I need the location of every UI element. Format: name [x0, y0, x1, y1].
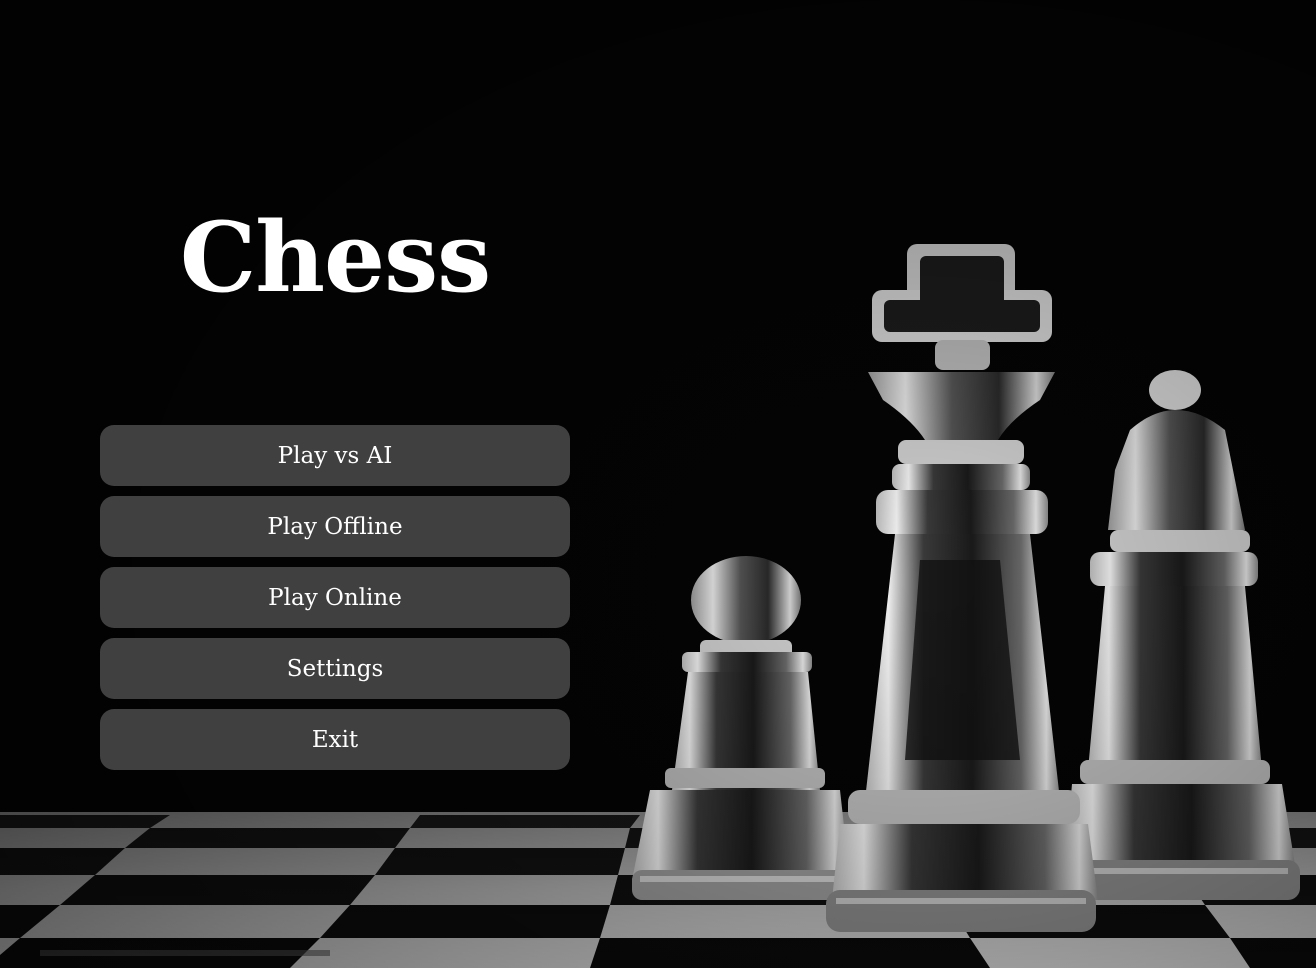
settings-button[interactable]: Settings	[100, 638, 570, 699]
exit-label: Exit	[311, 726, 359, 753]
play-offline-button[interactable]: Play Offline	[100, 496, 570, 557]
game-title: Chess	[179, 201, 491, 314]
settings-label: Settings	[286, 655, 384, 682]
play-vs-ai-button[interactable]: Play vs AI	[100, 425, 570, 486]
play-online-label: Play Online	[268, 584, 402, 611]
exit-button[interactable]: Exit	[100, 709, 570, 770]
play-online-button[interactable]: Play Online	[100, 567, 570, 628]
play-vs-ai-label: Play vs AI	[277, 442, 393, 469]
main-menu: Play vs AI Play Offline Play Online Sett…	[100, 425, 570, 780]
play-offline-label: Play Offline	[267, 513, 403, 540]
